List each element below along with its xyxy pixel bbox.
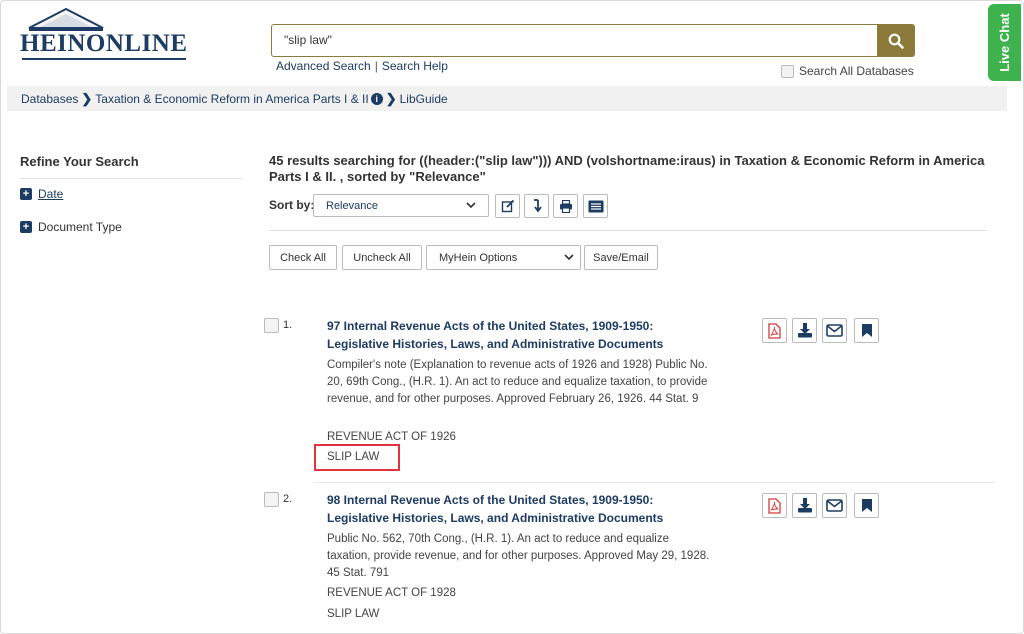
chevron-down-icon xyxy=(466,202,476,209)
search-all-databases[interactable]: Search All Databases xyxy=(781,64,914,78)
uncheck-all-button[interactable]: Uncheck All xyxy=(342,245,422,270)
live-chat-label: Live Chat xyxy=(997,13,1013,72)
divider xyxy=(314,482,994,483)
print-icon xyxy=(559,199,572,213)
breadcrumb-item-databases[interactable]: Databases xyxy=(21,92,78,106)
search-all-checkbox[interactable] xyxy=(781,64,794,78)
link-separator: | xyxy=(374,59,378,73)
info-icon[interactable]: i xyxy=(370,92,383,105)
result-doc-type: SLIP LAW xyxy=(327,608,380,620)
check-all-button[interactable]: Check All xyxy=(269,245,337,270)
breadcrumb-item-libguide[interactable]: LibGuide xyxy=(400,92,448,106)
pdf-button[interactable] xyxy=(762,318,787,343)
result-number: 1. xyxy=(283,319,293,331)
bookmark-icon xyxy=(861,324,872,337)
plus-icon: + xyxy=(20,221,32,233)
bookmark-button[interactable] xyxy=(854,318,879,343)
plus-icon: + xyxy=(20,188,32,200)
result-description: Compiler's note (Explanation to revenue … xyxy=(327,359,708,405)
advanced-search-link[interactable]: Advanced Search xyxy=(276,59,371,73)
result-title-link[interactable]: 97 Internal Revenue Acts of the United S… xyxy=(327,317,697,353)
sort-download-icon xyxy=(533,199,542,213)
edit-button[interactable] xyxy=(495,194,520,218)
result-title-link[interactable]: 98 Internal Revenue Acts of the United S… xyxy=(327,491,697,527)
pdf-button[interactable] xyxy=(762,493,787,518)
email-icon xyxy=(826,324,843,337)
sort-download-button[interactable] xyxy=(524,194,549,218)
download-button[interactable] xyxy=(792,493,817,518)
list-view-button[interactable] xyxy=(583,194,608,218)
search-button[interactable] xyxy=(877,24,915,57)
search-icon xyxy=(888,33,904,49)
bookmark-button[interactable] xyxy=(854,493,879,518)
logo-underline xyxy=(22,58,186,60)
chevron-right-icon: ❯ xyxy=(81,90,93,106)
search-links: Advanced Search | Search Help xyxy=(276,59,448,73)
email-button[interactable] xyxy=(822,318,847,343)
breadcrumb-item-collection[interactable]: Taxation & Economic Reform in America Pa… xyxy=(95,92,368,106)
email-button[interactable] xyxy=(822,493,847,518)
facet-document-type[interactable]: + Document Type xyxy=(20,220,122,234)
download-icon xyxy=(797,498,812,513)
search-help-link[interactable]: Search Help xyxy=(382,59,448,73)
print-button[interactable] xyxy=(553,194,578,218)
pdf-icon xyxy=(768,497,781,514)
refine-search-title: Refine Your Search xyxy=(20,154,139,169)
sort-select[interactable]: Relevance xyxy=(313,194,489,217)
logo-temple-icon xyxy=(28,8,104,31)
result-checkbox[interactable] xyxy=(264,318,279,333)
breadcrumb: Databases ❯ Taxation & Economic Reform i… xyxy=(7,86,1007,111)
download-icon xyxy=(797,323,812,338)
heinonline-logo[interactable]: HEINONLINE xyxy=(20,8,188,60)
pdf-icon xyxy=(768,322,781,339)
highlight-box xyxy=(314,444,400,471)
facet-date[interactable]: + Date xyxy=(20,187,63,201)
list-view-icon xyxy=(588,200,603,212)
sort-value: Relevance xyxy=(326,199,378,212)
result-description: Public No. 562, 70th Cong., (H.R. 1). An… xyxy=(327,533,710,579)
download-button[interactable] xyxy=(792,318,817,343)
myhein-options-label: MyHein Options xyxy=(439,251,518,264)
chevron-right-icon: ❯ xyxy=(385,90,397,106)
search-all-label: Search All Databases xyxy=(799,64,914,78)
result-act: REVENUE ACT OF 1926 xyxy=(327,431,456,443)
save-email-button[interactable]: Save/Email xyxy=(584,245,658,270)
facet-label: Document Type xyxy=(38,220,122,234)
edit-icon xyxy=(501,199,514,213)
results-summary: 45 results searching for ((header:("slip… xyxy=(269,153,985,184)
email-icon xyxy=(826,499,843,512)
live-chat-button[interactable]: Live Chat xyxy=(988,4,1021,81)
result-checkbox[interactable] xyxy=(264,492,279,507)
result-number: 2. xyxy=(283,493,293,505)
logo-text: HEINONLINE xyxy=(20,30,188,57)
sort-label: Sort by: xyxy=(269,198,315,212)
result-act: REVENUE ACT OF 1928 xyxy=(327,587,456,599)
divider xyxy=(269,230,987,231)
myhein-options-select[interactable]: MyHein Options xyxy=(426,245,581,270)
facet-label: Date xyxy=(38,187,64,201)
bookmark-icon xyxy=(861,499,872,512)
chevron-down-icon xyxy=(564,254,574,261)
search-input[interactable]: "slip law" xyxy=(271,24,878,57)
divider xyxy=(20,178,242,179)
